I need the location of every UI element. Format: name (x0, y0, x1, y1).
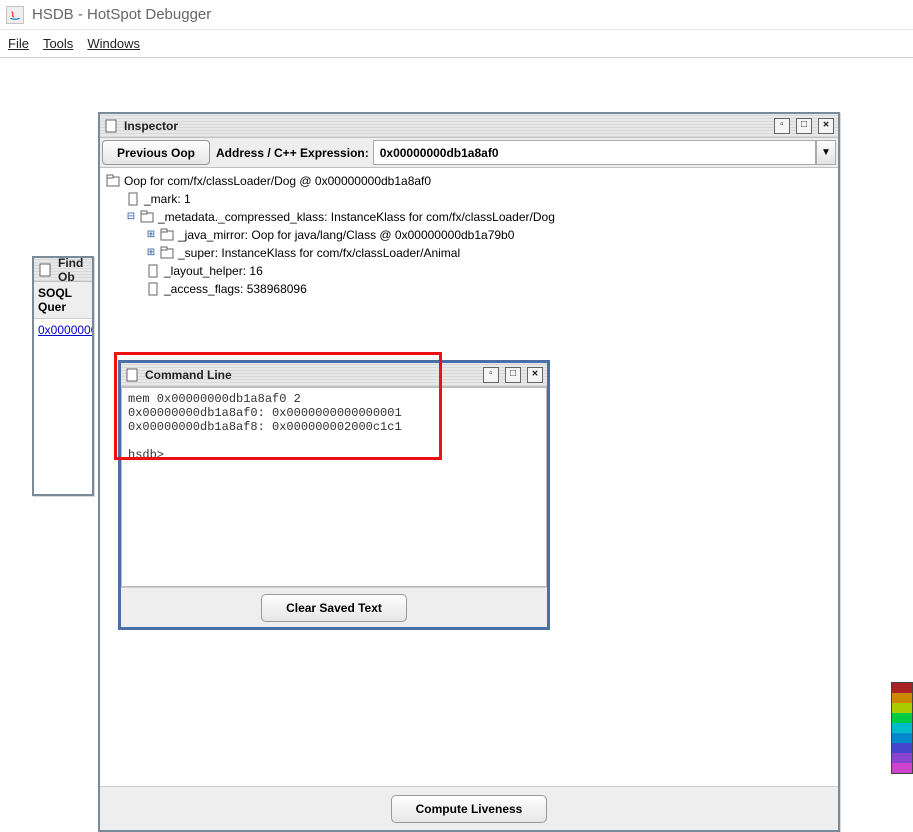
workspace: Find Ob SOQL Quer 0x00000000 Inspector ▫… (0, 58, 913, 802)
tree-node-metadata[interactable]: ⊟ _metadata._compressed_klass: InstanceK… (106, 208, 832, 226)
command-line-titlebar[interactable]: Command Line ▫ □ ✕ (121, 363, 547, 387)
tree-node-java-mirror[interactable]: ⊞ _java_mirror: Oop for java/lang/Class … (106, 226, 832, 244)
expand-handle-icon[interactable]: ⊞ (146, 248, 156, 258)
inspector-footer: Compute Liveness (100, 786, 838, 830)
compute-liveness-button[interactable]: Compute Liveness (391, 795, 548, 823)
menu-file[interactable]: File (8, 36, 29, 51)
oop-link[interactable]: 0x00000000 (38, 323, 92, 337)
previous-oop-button[interactable]: Previous Oop (102, 140, 210, 165)
dropdown-icon[interactable]: ▼ (816, 140, 836, 165)
maximize-icon[interactable]: □ (796, 118, 812, 134)
window-title: HSDB - HotSpot Debugger (32, 6, 211, 23)
command-line-panel: Command Line ▫ □ ✕ mem 0x00000000db1a8af… (118, 360, 550, 630)
command-line-title: Command Line (145, 368, 477, 382)
command-line-footer: Clear Saved Text (121, 587, 547, 627)
menu-windows[interactable]: Windows (87, 36, 140, 51)
maximize-icon[interactable]: □ (505, 367, 521, 383)
page-icon (38, 263, 52, 277)
close-icon[interactable]: ✕ (818, 118, 834, 134)
tree-node-access-flags[interactable]: _access_flags: 538968096 (106, 280, 832, 298)
clear-saved-text-button[interactable]: Clear Saved Text (261, 594, 407, 622)
inspector-toolbar: Previous Oop Address / C++ Expression: ▼ (100, 138, 838, 168)
folder-icon (160, 246, 174, 260)
find-results-list: 0x00000000 (34, 319, 92, 494)
tree-node-mark[interactable]: _mark: 1 (106, 190, 832, 208)
soql-query-label: SOQL Quer (34, 282, 92, 319)
menu-tools[interactable]: Tools (43, 36, 73, 51)
expand-handle-icon[interactable]: ⊞ (146, 230, 156, 240)
window-titlebar: HSDB - HotSpot Debugger (0, 0, 913, 30)
command-line-output[interactable]: mem 0x00000000db1a8af0 2 0x00000000db1a8… (121, 387, 547, 587)
menubar: File Tools Windows (0, 30, 913, 58)
tree-node-layout-helper[interactable]: _layout_helper: 16 (106, 262, 832, 280)
address-expression-label: Address / C++ Expression: (212, 138, 373, 167)
find-objects-title: Find Ob (58, 256, 88, 284)
file-icon (146, 264, 160, 278)
inspector-title: Inspector (124, 119, 768, 133)
find-objects-titlebar[interactable]: Find Ob (34, 258, 92, 282)
iconify-icon[interactable]: ▫ (774, 118, 790, 134)
java-icon (6, 6, 24, 24)
close-icon[interactable]: ✕ (527, 367, 543, 383)
iconify-icon[interactable]: ▫ (483, 367, 499, 383)
file-icon (126, 192, 140, 206)
color-gutter (891, 682, 913, 774)
page-icon (125, 368, 139, 382)
find-objects-panel: Find Ob SOQL Quer 0x00000000 (32, 256, 94, 496)
folder-icon (160, 228, 174, 242)
tree-root[interactable]: Oop for com/fx/classLoader/Dog @ 0x00000… (106, 172, 832, 190)
folder-icon (140, 210, 154, 224)
file-icon (146, 282, 160, 296)
tree-node-super[interactable]: ⊞ _super: InstanceKlass for com/fx/class… (106, 244, 832, 262)
folder-icon (106, 174, 120, 188)
address-input[interactable] (373, 140, 816, 165)
expand-handle-icon[interactable]: ⊟ (126, 212, 136, 222)
page-icon (104, 119, 118, 133)
inspector-titlebar[interactable]: Inspector ▫ □ ✕ (100, 114, 838, 138)
